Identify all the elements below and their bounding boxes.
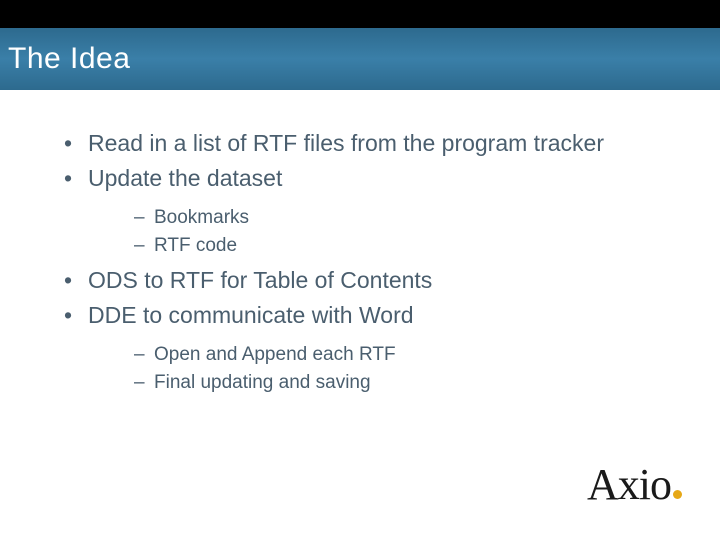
bullet-item: Read in a list of RTF files from the pro… <box>50 128 670 159</box>
sub-text: Open and Append each RTF <box>154 344 396 365</box>
bullet-text: Read in a list of RTF files from the pro… <box>88 130 604 156</box>
logo-text: Axio <box>587 459 671 510</box>
slide-title: The Idea <box>8 42 130 76</box>
sub-item: Bookmarks <box>88 204 670 232</box>
sub-item: Open and Append each RTF <box>88 341 670 369</box>
bullet-text: ODS to RTF for Table of Contents <box>88 267 432 293</box>
bullet-text: DDE to communicate with Word <box>88 302 414 328</box>
title-bar: The Idea <box>0 28 720 90</box>
sub-text: RTF code <box>154 235 237 256</box>
bullet-item: Update the dataset Bookmarks RTF code <box>50 163 670 259</box>
bullet-text: Update the dataset <box>88 165 282 191</box>
logo-dot-icon <box>673 490 682 499</box>
bullet-item: DDE to communicate with Word Open and Ap… <box>50 300 670 396</box>
brand-logo: Axio <box>587 459 682 510</box>
sub-item: Final updating and saving <box>88 369 670 397</box>
slide-content: Read in a list of RTF files from the pro… <box>0 90 720 396</box>
sub-list: Bookmarks RTF code <box>88 204 670 259</box>
sub-text: Bookmarks <box>154 207 249 228</box>
sub-item: RTF code <box>88 232 670 260</box>
top-black-bar <box>0 0 720 28</box>
sub-text: Final updating and saving <box>154 372 371 393</box>
bullet-item: ODS to RTF for Table of Contents <box>50 265 670 296</box>
bullet-list: Read in a list of RTF files from the pro… <box>50 128 670 396</box>
sub-list: Open and Append each RTF Final updating … <box>88 341 670 396</box>
